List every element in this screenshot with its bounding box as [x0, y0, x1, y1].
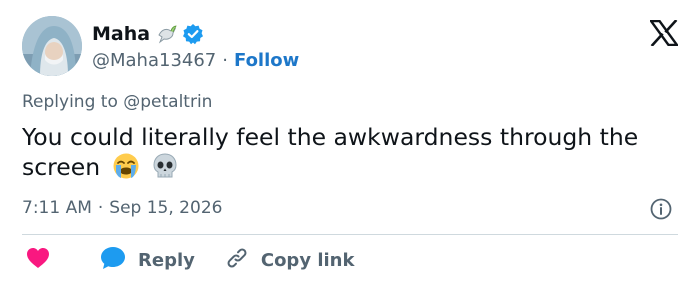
copy-link-label: Copy link: [260, 249, 355, 271]
separator-dot: ·: [222, 49, 228, 71]
heart-icon: [26, 247, 50, 274]
reply-bubble-icon: [100, 246, 126, 275]
author-handle-row: @Maha13467 · Follow: [92, 47, 299, 73]
loudly-crying-face-icon: [112, 152, 140, 180]
link-icon: [225, 246, 249, 275]
tweet-date: Sep 15, 2026: [109, 198, 223, 218]
author-name-row: Maha: [92, 21, 204, 47]
info-icon[interactable]: [650, 198, 672, 220]
tweet-text: You could literally feel the awkwardness…: [22, 122, 662, 182]
copy-link-button[interactable]: Copy link: [225, 246, 355, 275]
separator-dot: ·: [97, 198, 104, 218]
x-logo-icon[interactable]: [648, 19, 680, 47]
reply-label: Reply: [138, 249, 195, 271]
avatar[interactable]: [22, 16, 82, 76]
author-display-name[interactable]: Maha: [92, 23, 150, 45]
follow-button[interactable]: Follow: [234, 50, 299, 71]
dove-icon: [156, 23, 178, 45]
reply-button[interactable]: Reply: [100, 246, 195, 275]
divider: [22, 234, 678, 235]
replying-to-line: Replying to @petaltrin: [22, 92, 212, 112]
verified-badge-icon: [182, 23, 204, 45]
replying-to-handle[interactable]: @petaltrin: [123, 92, 212, 112]
replying-to-prefix: Replying to: [22, 92, 118, 112]
tweet-time: 7:11 AM: [22, 198, 92, 218]
author-handle[interactable]: @Maha13467: [92, 50, 216, 71]
action-bar: Reply Copy link: [22, 246, 354, 274]
skull-icon: [151, 152, 179, 180]
like-button[interactable]: [26, 247, 50, 274]
tweet-timestamp[interactable]: 7:11 AM · Sep 15, 2026: [22, 198, 222, 218]
